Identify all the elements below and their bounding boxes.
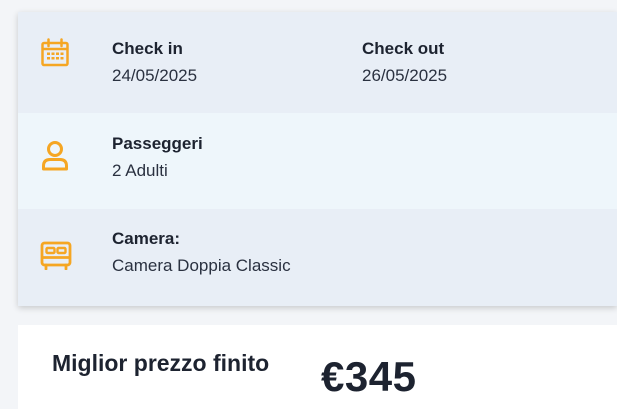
room-label: Camera:	[112, 229, 181, 248]
total-price: €345	[321, 353, 417, 400]
person-icon	[40, 140, 70, 177]
room-block: Camera: Camera Doppia Classic	[112, 228, 291, 277]
bed-icon	[40, 240, 72, 275]
check-out-date: 26/05/2025	[362, 66, 448, 85]
passengers-label: Passeggeri	[112, 134, 203, 153]
passengers-row: Passeggeri 2 Adulti	[18, 113, 617, 209]
check-in-label: Check in	[112, 39, 183, 58]
passengers-block: Passeggeri 2 Adulti	[112, 133, 203, 182]
dates-row: Check in 24/05/2025 Check out 26/05/2025	[18, 12, 617, 113]
check-in-block: Check in 24/05/2025	[112, 38, 197, 87]
booking-summary-card: Check in 24/05/2025 Check out 26/05/2025…	[18, 12, 617, 306]
calendar-icon	[40, 38, 70, 73]
best-price-label: Miglior prezzo finito	[52, 350, 270, 376]
room-row: Camera: Camera Doppia Classic	[18, 209, 617, 306]
check-in-date: 24/05/2025	[112, 66, 198, 85]
price-card: Miglior prezzo finito €345	[18, 325, 617, 409]
check-out-label: Check out	[362, 39, 445, 58]
passengers-value: 2 Adulti	[112, 161, 168, 180]
room-value: Camera Doppia Classic	[112, 256, 291, 275]
check-out-block: Check out 26/05/2025	[362, 38, 447, 87]
